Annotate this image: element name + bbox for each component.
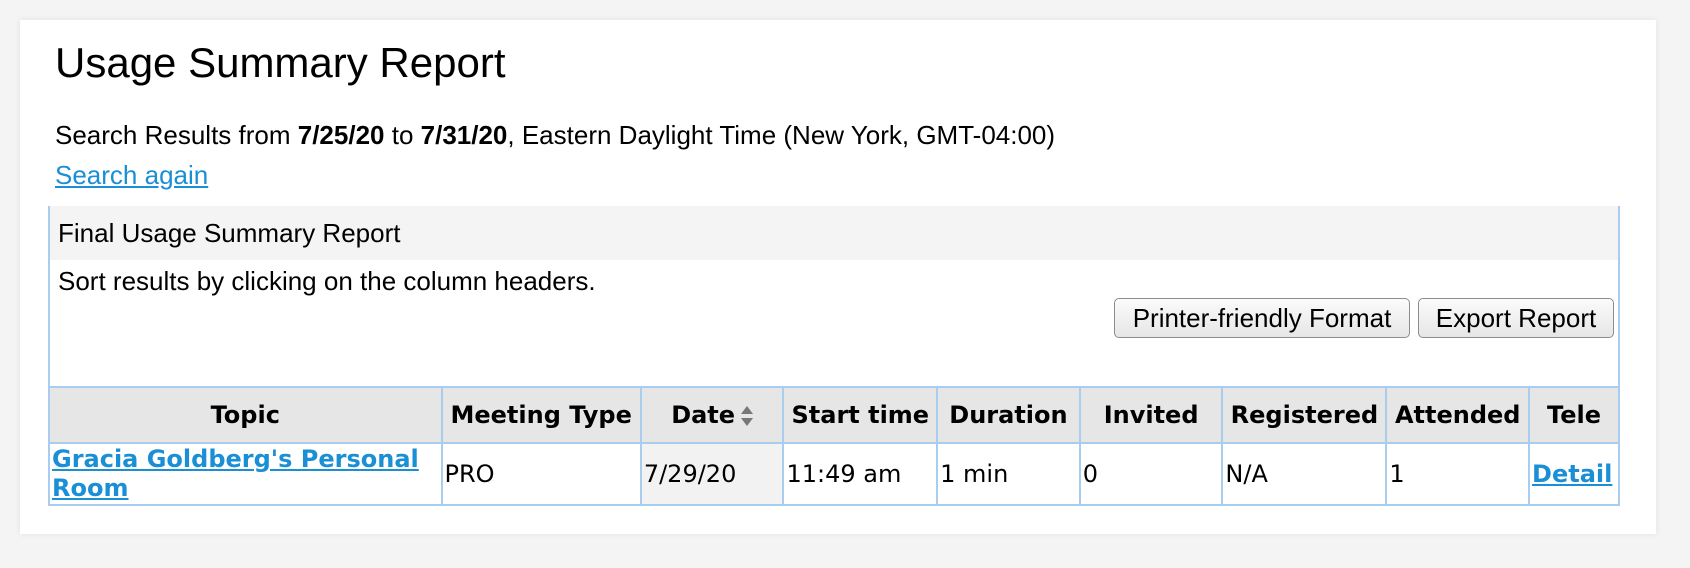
column-header-registered[interactable]: Registered xyxy=(1221,386,1388,444)
column-header-date[interactable]: Date xyxy=(639,386,785,444)
cell-registered: N/A xyxy=(1221,442,1388,506)
column-header-invited[interactable]: Invited xyxy=(1078,386,1224,444)
cell-start-time: 11:49 am xyxy=(782,442,939,506)
timezone-text: , Eastern Daylight Time (New York, GMT-0… xyxy=(507,120,1056,150)
usage-table: Topic Meeting Type Date Start time Durat… xyxy=(48,386,1620,506)
column-header-duration[interactable]: Duration xyxy=(936,386,1081,444)
sort-updown-icon xyxy=(741,405,754,427)
cell-tele: Detail xyxy=(1528,442,1620,506)
search-prefix: Search Results from xyxy=(55,120,298,150)
export-report-button[interactable]: Export Report xyxy=(1418,298,1614,338)
table-row: Gracia Goldberg's Personal Room PRO 7/29… xyxy=(48,442,1620,506)
cell-topic: Gracia Goldberg's Personal Room xyxy=(48,442,443,506)
detail-link[interactable]: Detail xyxy=(1532,460,1612,488)
cell-attended: 1 xyxy=(1385,442,1531,506)
report-card: Usage Summary Report Search Results from… xyxy=(20,20,1656,534)
topic-link[interactable]: Gracia Goldberg's Personal Room xyxy=(52,445,419,502)
column-header-date-label: Date xyxy=(671,401,736,429)
printer-friendly-button[interactable]: Printer-friendly Format xyxy=(1114,298,1410,338)
search-summary: Search Results from 7/25/20 to 7/31/20, … xyxy=(55,120,1055,151)
column-header-tele[interactable]: Tele xyxy=(1528,386,1620,444)
cell-duration: 1 min xyxy=(936,442,1081,506)
column-header-attended[interactable]: Attended xyxy=(1385,386,1531,444)
to-date: 7/31/20 xyxy=(420,120,508,150)
cell-invited: 0 xyxy=(1078,442,1224,506)
cell-date: 7/29/20 xyxy=(639,442,785,506)
column-header-topic[interactable]: Topic xyxy=(48,386,443,444)
search-again-link[interactable]: Search again xyxy=(55,160,208,191)
report-header: Final Usage Summary Report xyxy=(50,206,1618,260)
sort-hint: Sort results by clicking on the column h… xyxy=(58,266,596,296)
column-header-meeting-type[interactable]: Meeting Type xyxy=(440,386,642,444)
from-date: 7/25/20 xyxy=(297,120,385,150)
column-header-start-time[interactable]: Start time xyxy=(782,386,939,444)
page-title: Usage Summary Report xyxy=(55,39,506,86)
cell-meeting-type: PRO xyxy=(440,442,642,506)
to-word: to xyxy=(384,120,421,150)
report-header-title: Final Usage Summary Report xyxy=(58,218,401,248)
table-header-row: Topic Meeting Type Date Start time Durat… xyxy=(48,386,1620,444)
